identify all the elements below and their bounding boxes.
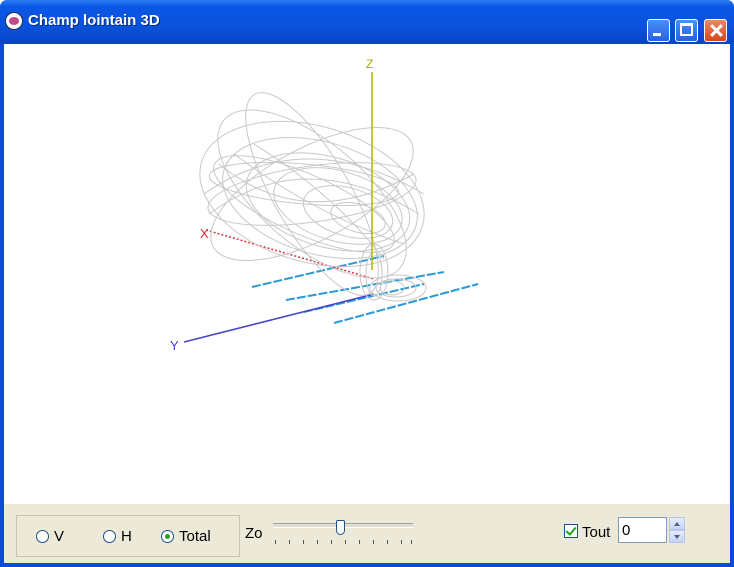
maximize-button[interactable] <box>675 19 698 42</box>
tout-checkbox[interactable] <box>564 524 578 538</box>
value-input[interactable] <box>618 517 667 543</box>
radio-selected-dot <box>165 534 170 539</box>
radio-v-label: V <box>54 528 65 545</box>
radio-h-label: H <box>121 528 132 545</box>
window-title: Champ lointain 3D <box>28 12 160 29</box>
radio-total-circle[interactable] <box>161 530 174 543</box>
3d-viewport[interactable]: X Y Z <box>4 44 730 504</box>
slider-tick <box>359 540 360 544</box>
zoom-slider-thumb[interactable] <box>336 520 345 535</box>
slider-tick <box>289 540 290 544</box>
radio-h-circle[interactable] <box>103 530 116 543</box>
title-bar[interactable]: Champ lointain 3D <box>0 0 734 44</box>
value-spinner[interactable] <box>669 517 685 543</box>
close-button[interactable] <box>704 19 727 42</box>
radio-v-circle[interactable] <box>36 530 49 543</box>
client-area: X Y Z V H Total Zo Tout 0 <box>4 44 730 563</box>
zoom-slider[interactable] <box>269 520 417 552</box>
array-lines <box>251 255 479 324</box>
polarization-group: V H Total <box>16 515 240 557</box>
slider-tick <box>373 540 374 544</box>
spin-up-icon[interactable] <box>669 517 685 530</box>
zoom-label: Zo <box>245 525 263 542</box>
slider-tick <box>345 540 346 544</box>
y-axis <box>183 293 375 343</box>
z-axis-label: Z <box>366 57 373 71</box>
spin-down-icon[interactable] <box>669 530 685 543</box>
main-lobe-mesh <box>199 92 425 296</box>
slider-tick <box>387 540 388 544</box>
app-icon[interactable] <box>5 12 23 30</box>
tout-label: Tout <box>582 524 611 541</box>
control-panel: V H Total Zo Tout 0 <box>4 504 730 563</box>
slider-tick <box>401 540 402 544</box>
slider-tick <box>317 540 318 544</box>
radio-total-label: Total <box>179 528 211 545</box>
window-frame: Champ lointain 3D X Y Z V H Total Zo Tou… <box>0 0 734 567</box>
slider-tick <box>303 540 304 544</box>
x-axis-label: X <box>200 226 209 241</box>
radiation-pattern-plot[interactable]: X Y Z <box>4 44 730 504</box>
slider-tick <box>275 540 276 544</box>
y-axis-label: Y <box>170 338 179 353</box>
minimize-button[interactable] <box>647 19 670 42</box>
slider-tick <box>411 540 412 544</box>
slider-tick <box>331 540 332 544</box>
